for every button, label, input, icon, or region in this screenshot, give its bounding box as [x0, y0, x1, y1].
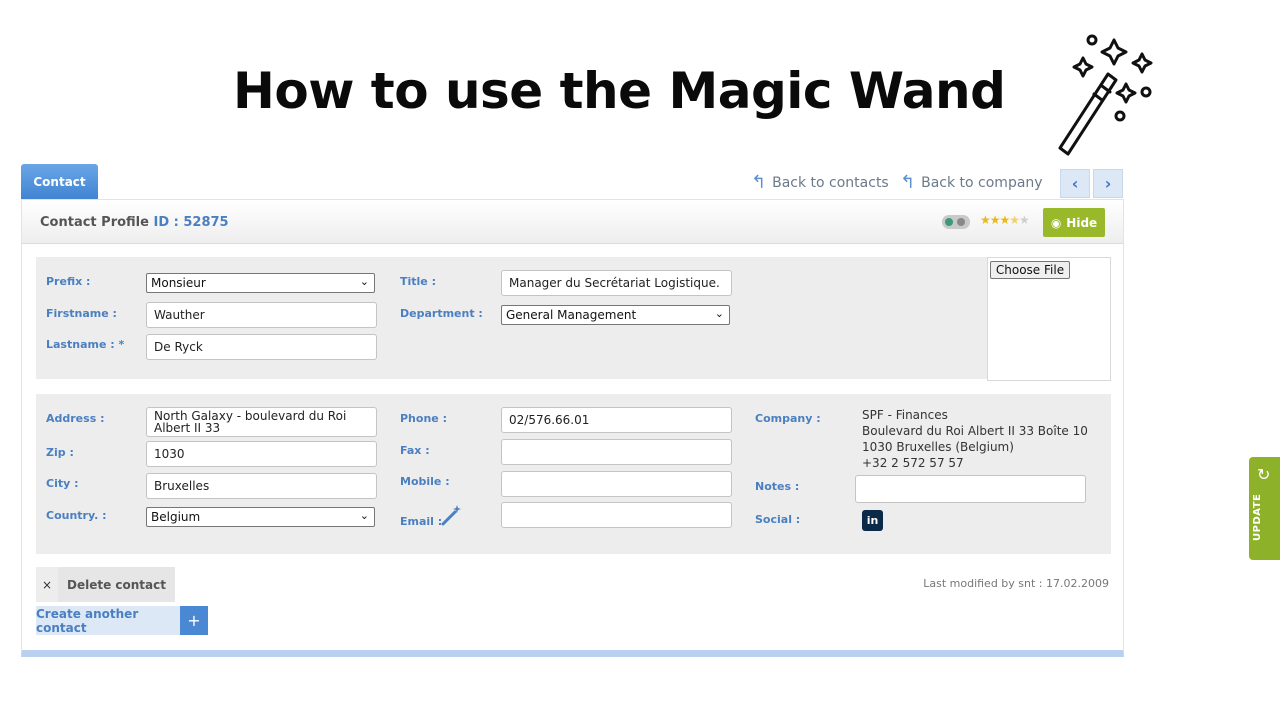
magic-wand-icon[interactable]	[440, 503, 464, 527]
eye-icon: ◉	[1050, 215, 1062, 230]
back-to-company-label: Back to company	[921, 174, 1043, 191]
firstname-label: Firstname :	[46, 307, 117, 320]
delete-x-icon[interactable]: ×	[36, 567, 58, 602]
stage: How to use the Magic Wand Contact ↰ Back…	[0, 0, 1280, 720]
city-label: City :	[46, 477, 79, 490]
country-label: Country. :	[46, 509, 107, 522]
zip-field[interactable]: 1030	[146, 441, 377, 467]
status-toggle[interactable]	[942, 215, 970, 229]
back-to-contacts-label: Back to contacts	[772, 174, 889, 191]
mobile-label: Mobile :	[400, 475, 450, 488]
tab-contact[interactable]: Contact	[21, 164, 98, 200]
address-label: Address :	[46, 412, 105, 425]
prefix-label: Prefix :	[46, 275, 91, 288]
linkedin-icon[interactable]: in	[862, 510, 883, 531]
headline: How to use the Magic Wand	[233, 62, 1006, 120]
chevron-down-icon: ⌄	[714, 307, 724, 320]
department-label: Department :	[400, 307, 483, 320]
firstname-field[interactable]: Wauther	[146, 302, 377, 328]
address-field[interactable]: North Galaxy - boulevard du Roi Albert I…	[146, 407, 377, 437]
id-value: 52875	[183, 215, 229, 230]
chevron-down-icon: ⌄	[359, 275, 369, 288]
country-select[interactable]: Belgium ⌄	[146, 507, 375, 527]
notes-field[interactable]	[855, 475, 1086, 503]
company-phone: +32 2 572 57 57	[862, 456, 964, 470]
plus-icon[interactable]: +	[180, 606, 208, 635]
create-another-contact-button[interactable]: Create another contact	[36, 606, 180, 635]
lastname-field[interactable]: De Ryck	[146, 334, 377, 360]
department-select[interactable]: General Management ⌄	[501, 305, 730, 325]
fax-field[interactable]	[501, 439, 732, 465]
panel-header: Contact Profile ID : 52875 ★★★★★ ◉ Hide	[22, 200, 1123, 244]
prefix-select[interactable]: Monsieur ⌄	[146, 273, 375, 293]
back-arrow-icon: ↰	[751, 172, 767, 193]
update-label: UPDATE	[1252, 493, 1263, 541]
email-label: Email :	[400, 515, 443, 528]
company-info: SPF - Finances Boulevard du Roi Albert I…	[862, 407, 1088, 471]
choose-file-button[interactable]: Choose File	[990, 261, 1070, 279]
hide-label: Hide	[1066, 215, 1098, 230]
contact-panel: Contact Profile ID : 52875 ★★★★★ ◉ Hide …	[21, 199, 1124, 657]
title-field[interactable]: Manager du Secrétariat Logistique.	[501, 270, 732, 296]
company-name[interactable]: SPF - Finances	[862, 407, 1088, 423]
email-field[interactable]	[501, 502, 732, 528]
title-label: Title :	[400, 275, 436, 288]
phone-field[interactable]: 02/576.66.01	[501, 407, 732, 433]
phone-label: Phone :	[400, 412, 447, 425]
mobile-field[interactable]	[501, 471, 732, 497]
company-city: 1030 Bruxelles (Belgium)	[862, 440, 1014, 454]
zip-label: Zip :	[46, 446, 74, 459]
prev-record-button[interactable]: ‹	[1060, 169, 1090, 198]
city-field[interactable]: Bruxelles	[146, 473, 377, 499]
chevron-down-icon: ⌄	[359, 509, 369, 522]
company-label: Company :	[755, 412, 821, 425]
next-record-button[interactable]: ›	[1093, 169, 1123, 198]
update-button[interactable]: ↻ UPDATE	[1249, 457, 1280, 560]
last-modified-text: Last modified by snt : 17.02.2009	[923, 577, 1109, 590]
title-text: Contact Profile	[40, 215, 149, 230]
notes-label: Notes :	[755, 480, 800, 493]
back-to-company-link[interactable]: ↰ Back to company	[900, 172, 1043, 193]
id-label: ID :	[153, 215, 179, 230]
social-label: Social :	[755, 513, 801, 526]
company-address: Boulevard du Roi Albert II 33 Boîte 10	[862, 424, 1088, 438]
back-arrow-icon: ↰	[900, 172, 916, 193]
page-title: Contact Profile ID : 52875	[40, 215, 229, 230]
lastname-label: Lastname : *	[46, 338, 125, 351]
refresh-icon: ↻	[1257, 465, 1271, 484]
rating-stars[interactable]: ★★★★★	[980, 213, 1030, 227]
fax-label: Fax :	[400, 444, 430, 457]
back-to-contacts-link[interactable]: ↰ Back to contacts	[751, 172, 889, 193]
magic-wand-icon	[1058, 34, 1153, 156]
hide-button[interactable]: ◉ Hide	[1043, 208, 1105, 237]
delete-contact-button[interactable]: Delete contact	[58, 567, 175, 602]
photo-upload-box: Choose File	[987, 257, 1111, 381]
